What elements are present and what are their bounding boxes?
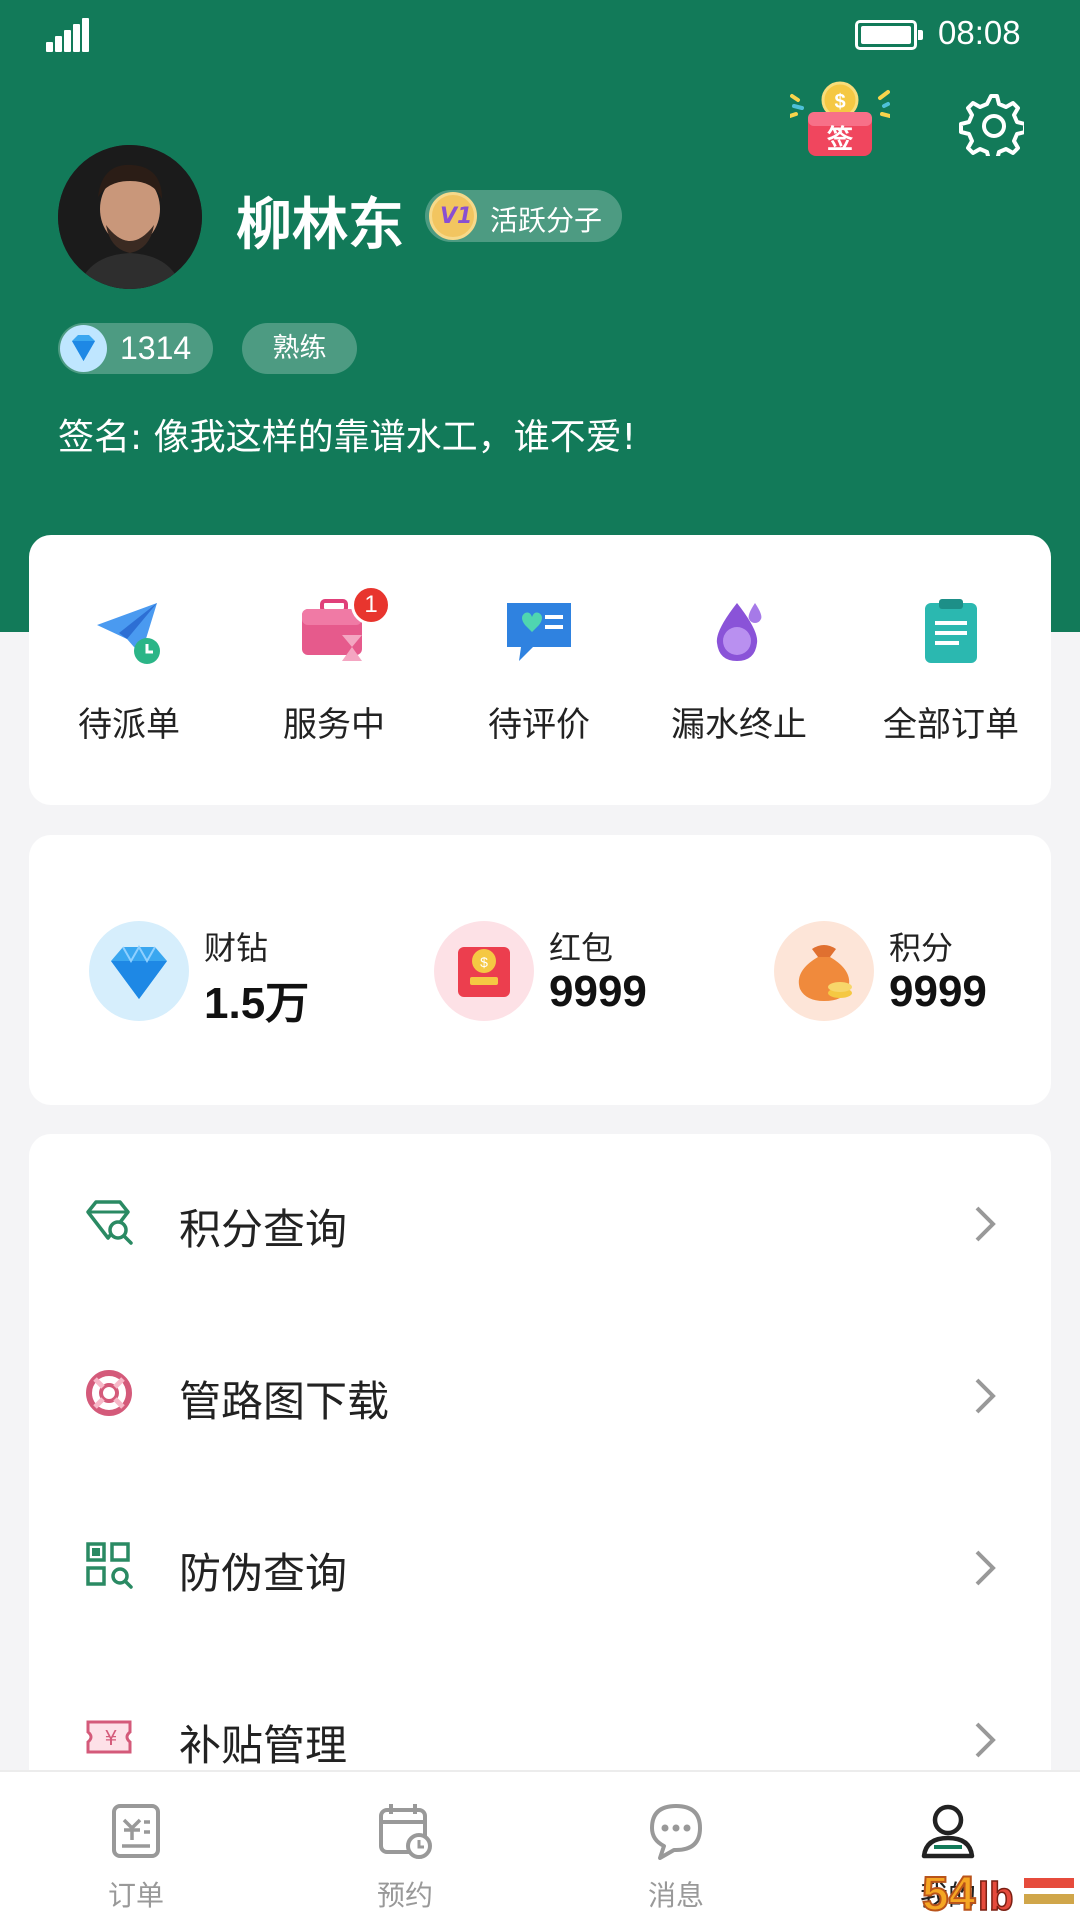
asset-value: 9999 — [549, 967, 647, 1016]
settings-gear-icon[interactable] — [958, 90, 1027, 162]
chevron-right-icon — [975, 1722, 996, 1758]
tab-messages[interactable]: 消息 — [596, 1772, 756, 1920]
status-bar: 08:08 — [0, 0, 1080, 70]
status-time: 08:08 — [938, 14, 1021, 51]
tab-orders[interactable]: 订单 — [56, 1772, 216, 1920]
red-envelope-icon: $ — [434, 921, 534, 1021]
order-status-in-service[interactable]: 服务中 — [234, 535, 434, 805]
skill-level-pill: 熟练 — [242, 323, 357, 374]
tab-label: 预约 — [376, 1879, 433, 1912]
person-icon — [921, 1804, 975, 1859]
order-status-card: 待派单 服务中 待评价 漏水终止 全部订单 — [29, 535, 1051, 805]
activity-badge-label: 活跃分子 — [490, 204, 603, 237]
order-status-label: 待派单 — [78, 705, 180, 745]
svg-text:¥: ¥ — [105, 1726, 118, 1750]
menu-item-label: 积分查询 — [179, 1205, 348, 1254]
svg-text:lb: lb — [978, 1875, 1014, 1919]
medal-icon: V1 — [429, 192, 477, 240]
svg-text:$: $ — [834, 91, 845, 113]
order-status-awaiting-review[interactable]: 待评价 — [439, 535, 639, 805]
bottom-tab-bar: 订单 预约 消息 我的 — [0, 1770, 1080, 1920]
order-status-label: 漏水终止 — [671, 705, 807, 745]
site-watermark-logo: 54 lb — [920, 1862, 1080, 1920]
asset-diamonds[interactable]: 财钻 1.5万 — [29, 835, 349, 1105]
chat-bubble-icon — [650, 1804, 702, 1860]
assets-card: 财钻 1.5万 $ 红包 9999 积分 9999 — [29, 835, 1051, 1105]
menu-item-label: 补贴管理 — [179, 1721, 348, 1770]
chevron-right-icon — [975, 1550, 996, 1586]
lifebuoy-icon — [86, 1370, 132, 1416]
skill-level: 熟练 — [272, 333, 327, 364]
battery-icon — [855, 20, 925, 50]
asset-value: 1.5万 — [204, 979, 310, 1028]
qr-search-icon — [86, 1542, 133, 1589]
in-service-count-badge: 1 — [351, 585, 391, 625]
chevron-right-icon — [975, 1206, 996, 1242]
menu-item-label: 防伪查询 — [179, 1549, 348, 1598]
tab-label: 消息 — [647, 1879, 704, 1912]
asset-name: 积分 — [889, 929, 954, 967]
water-drop-icon — [716, 603, 762, 661]
paper-plane-clock-icon — [97, 603, 160, 664]
signature-text: 签名: 像我这样的靠谱水工，谁不爱! — [58, 417, 637, 458]
asset-red-envelope[interactable]: $ 红包 9999 — [374, 835, 694, 1105]
svg-text:签: 签 — [827, 124, 854, 155]
order-status-pending-dispatch[interactable]: 待派单 — [29, 535, 229, 805]
svg-text:54: 54 — [922, 1868, 976, 1920]
order-status-leak-terminated[interactable]: 漏水终止 — [639, 535, 839, 805]
order-status-label: 服务中 — [283, 705, 385, 745]
asset-points[interactable]: 积分 9999 — [714, 835, 1034, 1105]
daily-signin-icon[interactable]: $ 签 — [788, 80, 892, 160]
tab-appointments[interactable]: 预约 — [325, 1772, 485, 1920]
calendar-clock-icon — [379, 1804, 432, 1859]
asset-name: 财钻 — [204, 929, 269, 967]
menu-item-label: 管路图下载 — [179, 1377, 390, 1426]
menu-list: 积分查询 管路图下载 防伪查询 ¥ 补贴管理 — [29, 1134, 1051, 1774]
activity-badge[interactable]: V1 活跃分子 — [425, 190, 622, 242]
menu-item-anti-counterfeit-query[interactable]: 防伪查询 — [29, 1478, 1051, 1650]
username: 柳林东 — [236, 193, 404, 258]
diamond-icon — [89, 921, 189, 1021]
menu-item-points-query[interactable]: 积分查询 — [29, 1134, 1051, 1306]
diamond-search-icon — [86, 1200, 133, 1245]
avatar[interactable] — [58, 145, 202, 289]
chat-heart-icon — [507, 603, 571, 661]
order-status-all-orders[interactable]: 全部订单 — [851, 535, 1051, 805]
diamond-icon — [60, 325, 107, 372]
ticket-yen-icon: ¥ — [86, 1720, 132, 1754]
order-icon — [112, 1804, 160, 1858]
diamond-count: 1314 — [120, 330, 192, 366]
money-bag-icon — [774, 921, 874, 1021]
asset-name: 红包 — [549, 929, 614, 967]
order-status-label: 待评价 — [488, 705, 590, 745]
order-status-label: 全部订单 — [883, 705, 1019, 745]
asset-value: 9999 — [889, 967, 987, 1016]
signal-icon — [46, 18, 90, 52]
svg-text:$: $ — [480, 954, 488, 970]
diamond-count-pill[interactable]: 1314 — [58, 323, 213, 374]
tab-label: 订单 — [107, 1879, 164, 1912]
chevron-right-icon — [975, 1378, 996, 1414]
clipboard-list-icon — [925, 599, 977, 663]
menu-item-pipe-diagram-download[interactable]: 管路图下载 — [29, 1306, 1051, 1478]
